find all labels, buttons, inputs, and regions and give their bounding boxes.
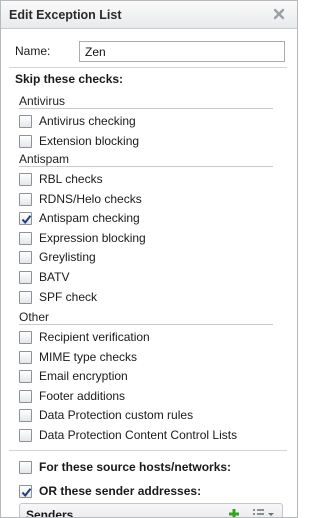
check-option-checkbox[interactable] xyxy=(19,251,32,264)
check-option-checkbox[interactable] xyxy=(19,173,32,186)
check-option-row[interactable]: Expression blocking xyxy=(19,230,273,248)
check-option-row[interactable]: Footer additions xyxy=(19,388,273,406)
sender-addresses-row[interactable]: OR these sender addresses: xyxy=(19,483,289,501)
dialog-title: Edit Exception List xyxy=(9,8,122,22)
group-title-1: Antispam xyxy=(19,151,273,167)
check-option-row[interactable]: Email encryption xyxy=(19,368,273,386)
group-title-2: Other xyxy=(19,309,273,325)
check-option-label: Extension blocking xyxy=(39,134,140,148)
check-option-row[interactable]: BATV xyxy=(19,269,273,287)
source-hosts-label: For these source hosts/networks: xyxy=(39,460,232,474)
check-option-row[interactable]: Greylisting xyxy=(19,249,273,267)
dialog-titlebar: Edit Exception List xyxy=(1,1,297,29)
edit-exception-list-dialog: Edit Exception List Name: Skip these che… xyxy=(0,0,298,518)
check-option-row[interactable]: Antivirus checking xyxy=(19,113,273,131)
check-option-label: Email encryption xyxy=(39,369,128,383)
sender-addresses-checkbox[interactable] xyxy=(19,485,32,498)
check-option-label: Antivirus checking xyxy=(39,114,136,128)
check-option-label: Greylisting xyxy=(39,250,96,264)
plus-icon[interactable] xyxy=(228,508,240,517)
check-option-label: Antispam checking xyxy=(39,211,140,225)
list-menu-icon[interactable] xyxy=(252,508,276,517)
check-option-label: RBL checks xyxy=(39,172,103,186)
skip-checks-heading: Skip these checks: xyxy=(15,72,124,86)
check-option-checkbox[interactable] xyxy=(19,429,32,442)
check-option-row[interactable]: Extension blocking xyxy=(19,133,273,151)
check-option-checkbox[interactable] xyxy=(19,271,32,284)
check-option-checkbox[interactable] xyxy=(19,291,32,304)
source-hosts-row[interactable]: For these source hosts/networks: xyxy=(19,459,289,477)
check-option-row[interactable]: MIME type checks xyxy=(19,349,273,367)
close-icon[interactable] xyxy=(271,6,287,22)
check-option-label: Data Protection Content Control Lists xyxy=(39,428,238,442)
senders-label: Senders xyxy=(26,508,74,518)
check-option-checkbox[interactable] xyxy=(19,135,32,148)
check-option-row[interactable]: Data Protection custom rules xyxy=(19,407,273,425)
check-option-checkbox[interactable] xyxy=(19,351,32,364)
check-option-label: RDNS/Helo checks xyxy=(39,192,142,206)
sender-addresses-label: OR these sender addresses: xyxy=(39,484,202,498)
check-mark-icon xyxy=(21,215,32,225)
check-option-row[interactable]: Recipient verification xyxy=(19,329,273,347)
check-mark-icon xyxy=(21,488,32,498)
check-option-row[interactable]: RDNS/Helo checks xyxy=(19,191,273,209)
check-option-row[interactable]: Antispam checking xyxy=(19,210,273,228)
check-option-label: SPF check xyxy=(39,290,98,304)
check-option-checkbox[interactable] xyxy=(19,390,32,403)
check-option-row[interactable]: Data Protection Content Control Lists xyxy=(19,427,273,445)
check-option-row[interactable]: RBL checks xyxy=(19,171,273,189)
group-title-0: Antivirus xyxy=(19,93,273,109)
check-option-checkbox[interactable] xyxy=(19,193,32,206)
check-option-label: Footer additions xyxy=(39,389,126,403)
name-label: Name: xyxy=(15,44,51,58)
check-option-checkbox[interactable] xyxy=(19,409,32,422)
source-hosts-checkbox[interactable] xyxy=(19,461,32,474)
check-option-checkbox[interactable] xyxy=(19,232,32,245)
check-option-checkbox[interactable] xyxy=(19,115,32,128)
senders-panel-header: Senders xyxy=(19,503,283,518)
name-row: Name: xyxy=(15,41,287,63)
check-option-label: Data Protection custom rules xyxy=(39,408,194,422)
check-option-checkbox[interactable] xyxy=(19,370,32,383)
check-option-checkbox[interactable] xyxy=(19,331,32,344)
check-option-label: MIME type checks xyxy=(39,350,138,364)
check-option-label: BATV xyxy=(39,270,70,284)
check-option-label: Recipient verification xyxy=(39,330,150,344)
name-input[interactable] xyxy=(79,41,285,62)
check-option-row[interactable]: SPF check xyxy=(19,289,273,307)
check-option-label: Expression blocking xyxy=(39,231,146,245)
check-option-checkbox[interactable] xyxy=(19,212,32,225)
